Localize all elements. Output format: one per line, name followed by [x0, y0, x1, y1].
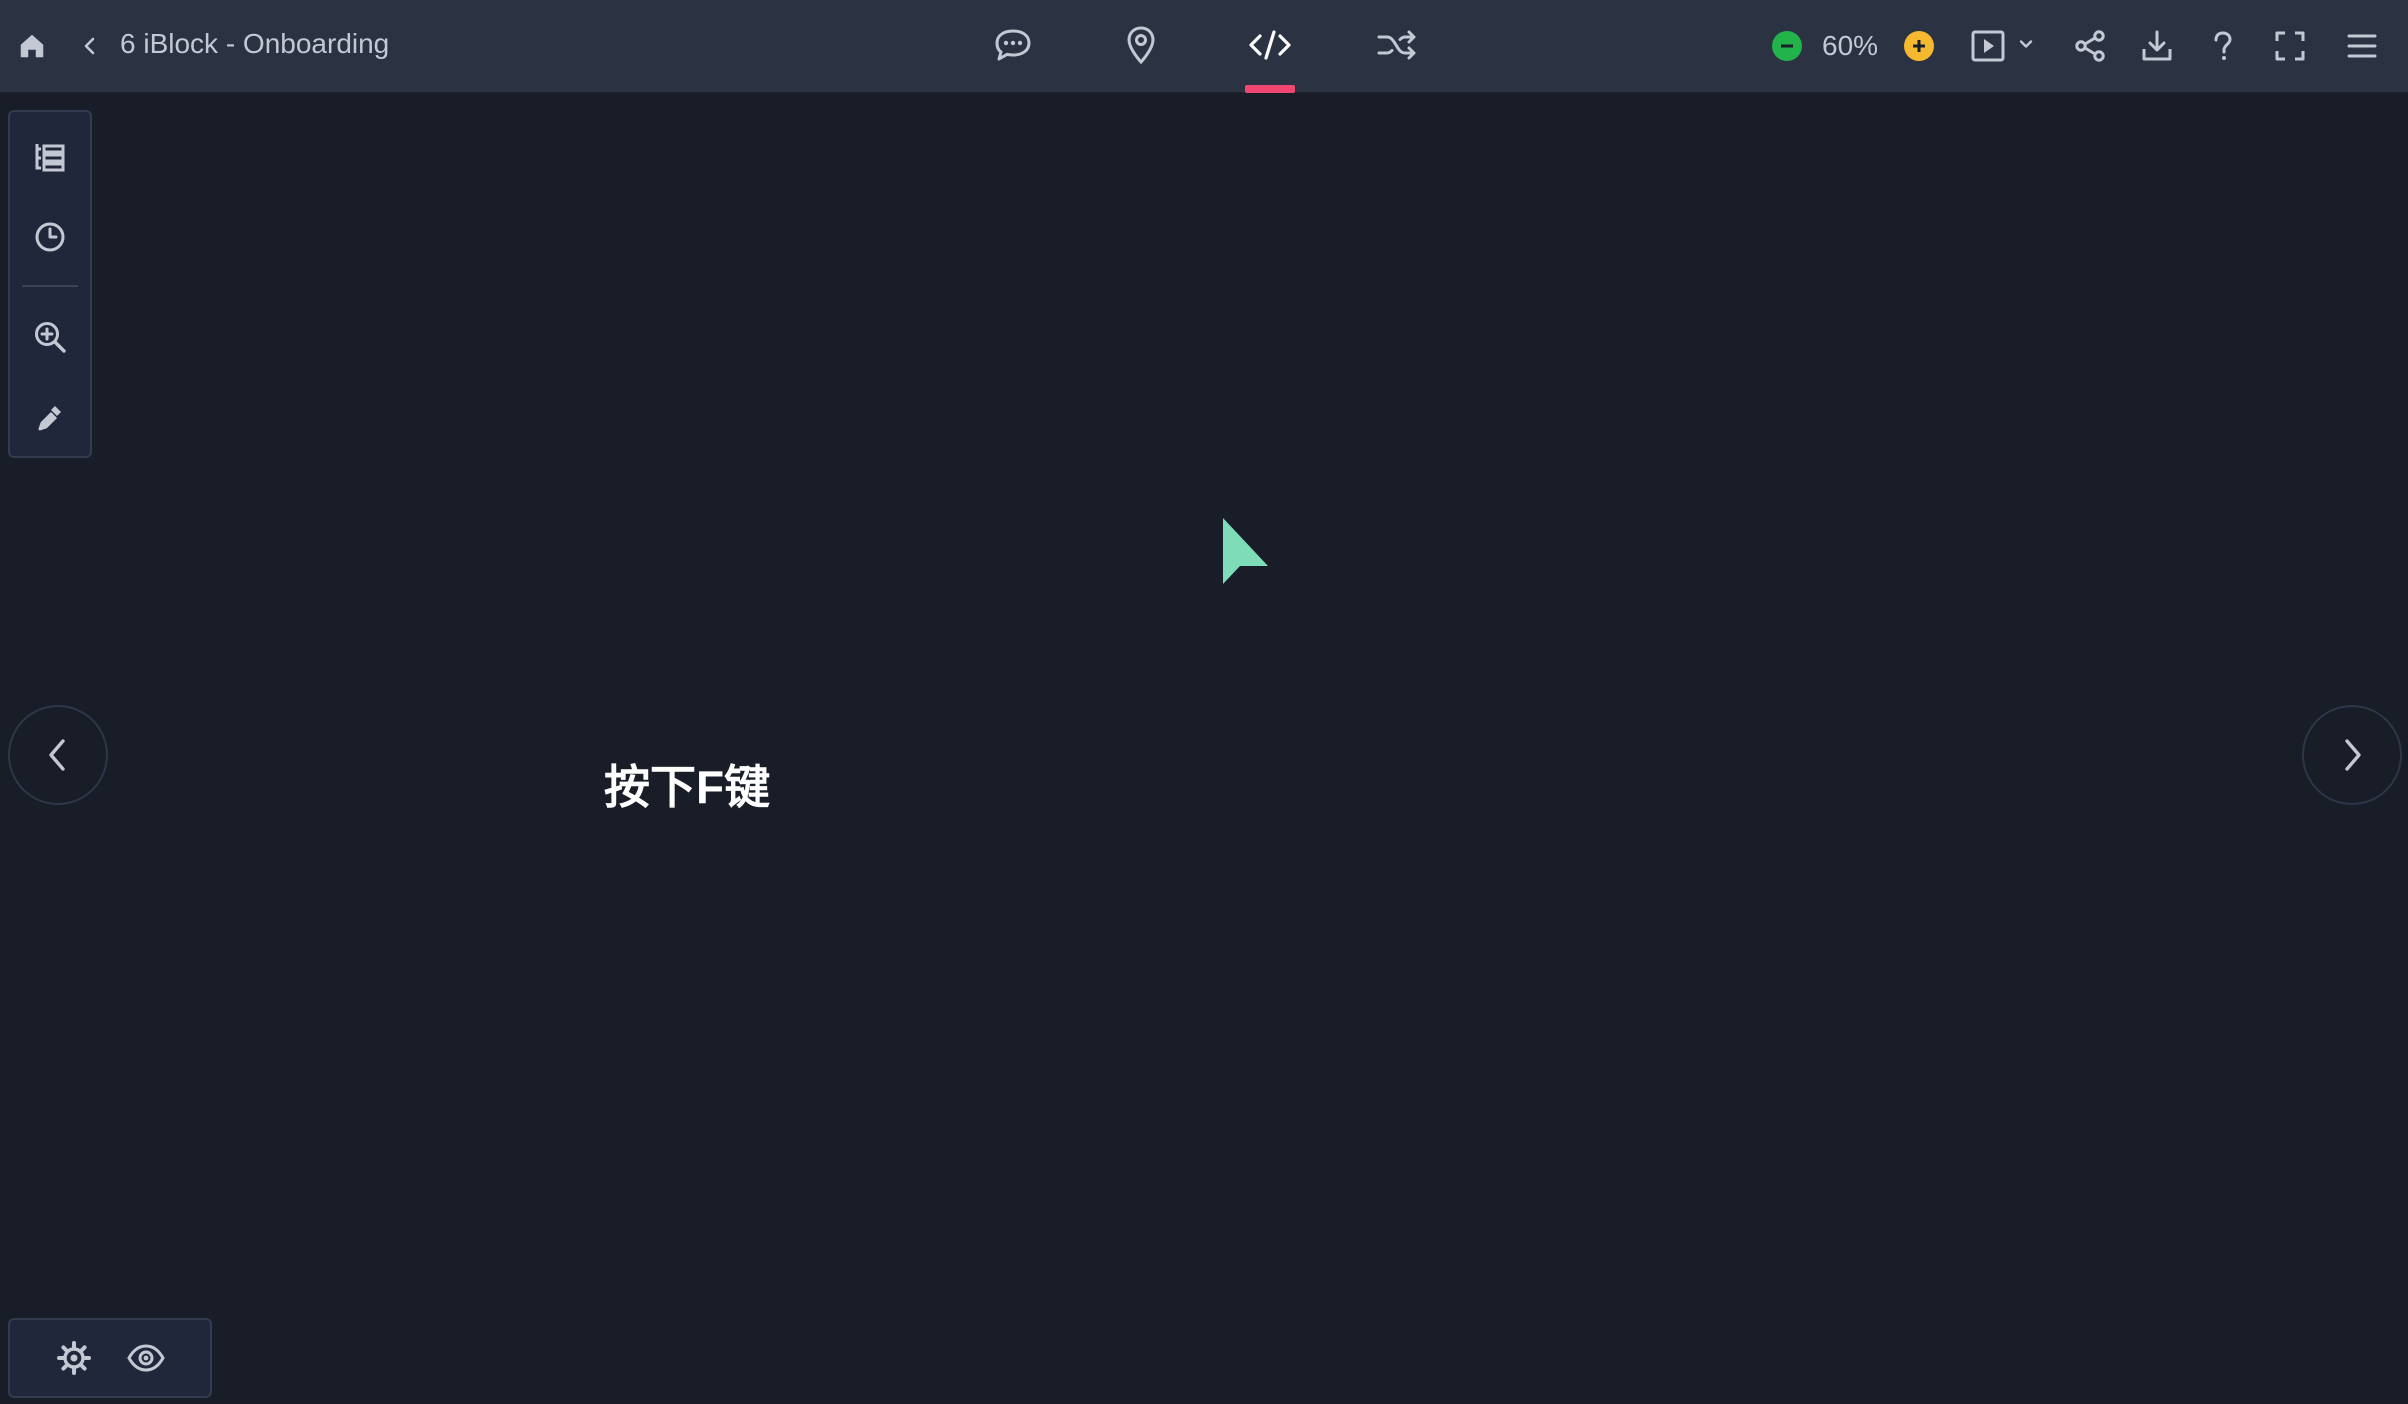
previous-slide-button[interactable] [8, 705, 108, 805]
outline-icon[interactable] [10, 122, 90, 192]
code-icon[interactable] [1245, 20, 1295, 70]
shuffle-icon[interactable] [1372, 20, 1422, 70]
preview-eye-icon[interactable] [116, 1328, 176, 1388]
tool-panel [8, 110, 92, 458]
history-icon[interactable] [10, 202, 90, 272]
active-tab-indicator [1245, 85, 1295, 93]
plus-icon [1913, 40, 1925, 52]
back-chevron-icon[interactable] [70, 26, 110, 66]
share-icon[interactable] [2068, 24, 2112, 68]
menu-icon[interactable] [2340, 24, 2384, 68]
zoom-out-button[interactable] [1772, 31, 1802, 61]
document-title[interactable]: 6 iBlock - Onboarding [120, 26, 389, 62]
eyedropper-icon[interactable] [10, 382, 90, 452]
bottom-tool-panel [8, 1318, 212, 1398]
zoom-in-button[interactable] [1904, 31, 1934, 61]
map-pin-icon[interactable] [1116, 20, 1166, 70]
comment-icon[interactable] [988, 20, 1038, 70]
chevron-right-icon [2345, 739, 2361, 771]
home-icon[interactable] [12, 26, 52, 66]
download-icon[interactable] [2135, 24, 2179, 68]
slide-text[interactable]: 按下F键 [604, 758, 770, 816]
help-icon[interactable] [2201, 24, 2245, 68]
top-toolbar: 6 iBlock - Onboarding 60% [0, 0, 2408, 93]
minus-icon [1781, 44, 1793, 48]
zoom-in-icon[interactable] [10, 302, 90, 372]
next-slide-button[interactable] [2302, 705, 2402, 805]
settings-icon[interactable] [44, 1328, 104, 1388]
zoom-level: 60% [1822, 30, 1879, 61]
pointer-cursor-icon [1220, 516, 1272, 591]
chevron-left-icon [49, 739, 65, 771]
play-icon[interactable] [1966, 24, 2010, 68]
fullscreen-icon[interactable] [2268, 24, 2312, 68]
tool-separator [22, 285, 78, 287]
chevron-down-icon[interactable] [2014, 32, 2038, 56]
